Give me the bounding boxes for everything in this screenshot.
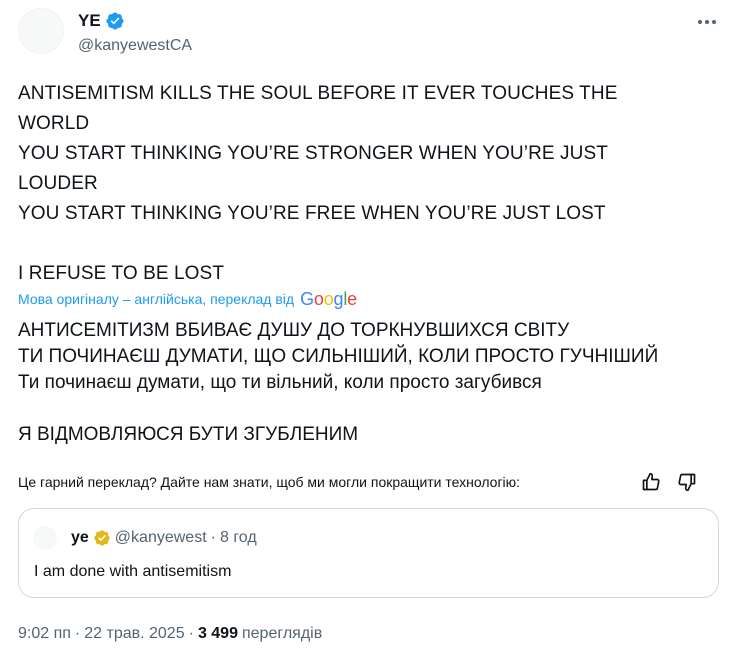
more-options-icon[interactable] [694, 12, 720, 32]
thumbs-down-icon[interactable] [676, 471, 698, 493]
quoted-author-handle: @kanyewest [114, 529, 207, 546]
gold-verified-badge-icon [93, 529, 111, 547]
quoted-tweet-header: ye @kanyewest · 8 год [71, 528, 257, 548]
author-name-row: YE [78, 11, 125, 31]
views-label: переглядів [241, 625, 323, 642]
translation-note: Мова оригіналу – англійська, переклад ві… [18, 289, 357, 309]
google-logo: Google [300, 289, 357, 309]
tweet-line: ANTISEMITISM KILLS THE SOUL BEFORE IT EV… [18, 83, 618, 104]
tweet-text: ANTISEMITISM KILLS THE SOUL BEFORE IT EV… [18, 79, 718, 289]
quoted-author-name: ye [71, 529, 89, 546]
tweet-line: YOU START THINKING YOU’RE FREE WHEN YOU’… [18, 203, 606, 224]
views-count: 3 499 [197, 625, 238, 642]
google-logo-letter: G [300, 289, 314, 309]
quoted-author-avatar [33, 526, 57, 550]
tweet-line: I REFUSE TO BE LOST [18, 263, 225, 284]
quoted-tweet[interactable]: ye @kanyewest · 8 год I am done with ant… [18, 508, 719, 598]
translation-feedback: Це гарний переклад? Дайте нам знати, щоб… [18, 472, 718, 492]
meta-separator: · [210, 529, 216, 546]
translated-line: Я ВІДМОВЛЯЮСЯ БУТИ ЗГУБЛЕНИМ [18, 424, 359, 445]
author-avatar[interactable] [18, 8, 64, 54]
quoted-tweet-time: 8 год [219, 529, 257, 546]
translated-line: АНТИСЕМІТИЗМ ВБИВАЄ ДУШУ ДО ТОРКНУВШИХСЯ… [18, 320, 570, 341]
tweet: YE @kanyewestCA ANTISEMITISM KILLS THE S… [0, 0, 740, 667]
translation-note-text[interactable]: Мова оригіналу – англійська, переклад ві… [18, 289, 294, 309]
google-logo-letter: e [347, 289, 357, 309]
author-handle[interactable]: @kanyewestCA [78, 36, 192, 56]
author-display-name[interactable]: YE [78, 11, 101, 31]
meta-separator: · [188, 625, 194, 642]
google-logo-letter: o [323, 289, 334, 309]
translated-text: АНТИСЕМІТИЗМ ВБИВАЄ ДУШУ ДО ТОРКНУВШИХСЯ… [18, 318, 723, 448]
translated-line: ТИ ПОЧИНАЄШ ДУМАТИ, ЩО СИЛЬНІШИЙ, КОЛИ П… [18, 346, 659, 367]
tweet-date[interactable]: 22 трав. 2025 [84, 623, 184, 645]
google-logo-letter: o [313, 289, 324, 309]
google-logo-letter: g [333, 289, 344, 309]
tweet-footer: 9:02 пп · 22 трав. 2025 · 3 499 перегляд… [18, 623, 322, 645]
tweet-time[interactable]: 9:02 пп [18, 623, 71, 645]
feedback-question: Це гарний переклад? Дайте нам знати, щоб… [18, 474, 521, 490]
meta-separator: · [74, 625, 81, 642]
verified-badge-icon [105, 11, 125, 31]
tweet-line: WORLD [18, 113, 90, 134]
tweet-line: YOU START THINKING YOU’RE STRONGER WHEN … [18, 143, 608, 164]
thumbs-up-icon[interactable] [640, 471, 662, 493]
translated-line: Ти починаєш думати, що ти вільний, коли … [18, 372, 542, 393]
tweet-line: LOUDER [18, 173, 98, 194]
quoted-tweet-text: I am done with antisemitism [34, 563, 232, 580]
